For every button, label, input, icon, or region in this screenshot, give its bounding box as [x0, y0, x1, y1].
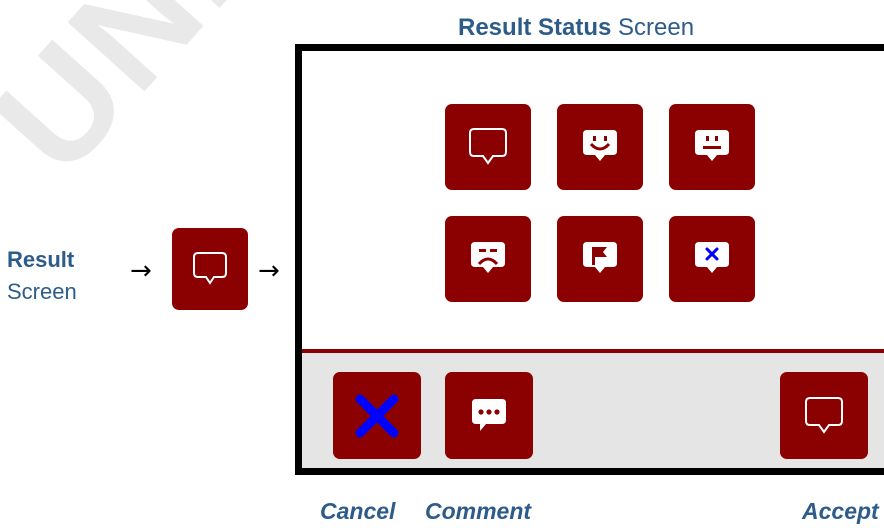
empty-speech-bubble-icon: [469, 128, 507, 165]
action-bar: [302, 353, 884, 468]
result-status-screen: [295, 44, 884, 475]
blue-x-icon: [355, 394, 399, 437]
cancel-caption: Cancel: [320, 498, 396, 524]
x-mark-bubble-icon: [695, 242, 729, 273]
empty-speech-bubble-icon: [805, 396, 843, 434]
status-xmark-tile[interactable]: [669, 216, 755, 302]
ellipsis-speech-bubble-icon: [472, 398, 506, 431]
accept-button[interactable]: [780, 372, 868, 459]
status-happy-tile[interactable]: [557, 104, 643, 190]
smiling-face-bubble-icon: [583, 130, 617, 161]
result-label-line1: Result: [7, 247, 75, 272]
status-sad-tile[interactable]: [445, 216, 531, 302]
result-tile[interactable]: [172, 228, 248, 310]
comment-button[interactable]: [445, 372, 533, 459]
cancel-button[interactable]: [333, 372, 421, 459]
result-label-line2: Screen: [7, 279, 77, 304]
title-rest: Screen: [611, 14, 695, 41]
diagram-title: Result Status Screen: [458, 14, 694, 42]
status-neutral-tile[interactable]: [669, 104, 755, 190]
comment-caption: Comment: [425, 498, 532, 524]
accept-caption: Accept: [802, 498, 879, 524]
flag-bubble-icon: [583, 242, 617, 273]
title-bold: Result Status: [458, 14, 612, 41]
status-empty-tile[interactable]: [445, 104, 531, 190]
neutral-face-bubble-icon: [695, 130, 729, 161]
arrow-to-status-screen: →: [258, 256, 280, 286]
arrow-to-result-tile: →: [130, 256, 152, 286]
status-flag-tile[interactable]: [557, 216, 643, 302]
empty-speech-bubble-icon: [193, 252, 227, 285]
result-screen-label: Result Screen: [7, 244, 77, 308]
sad-face-bubble-icon: [471, 242, 505, 273]
